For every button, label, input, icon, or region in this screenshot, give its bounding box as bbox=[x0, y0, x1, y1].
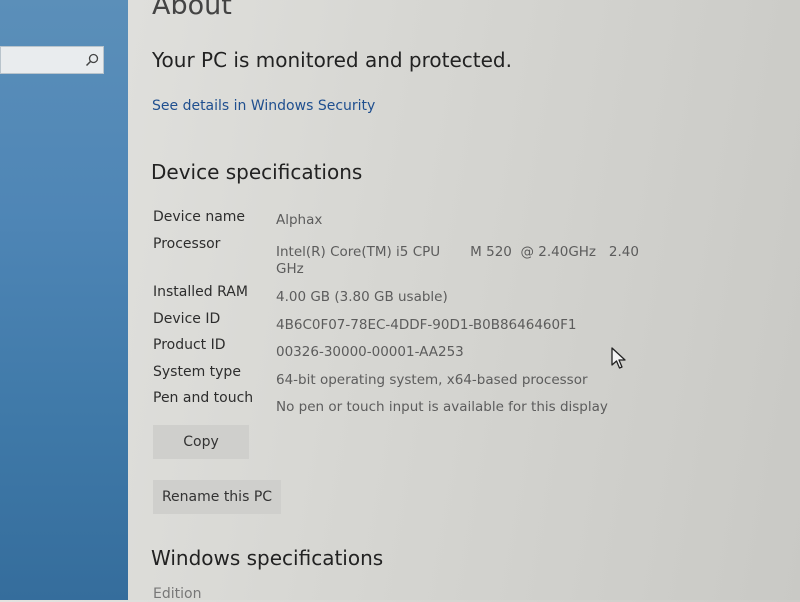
mouse-pointer-icon bbox=[611, 347, 626, 369]
spec-value-installed-ram[interactable]: 4.00 GB (3.80 GB usable) bbox=[276, 289, 448, 305]
spec-value-pen-touch[interactable]: No pen or touch input is available for t… bbox=[276, 399, 608, 415]
page-title: About bbox=[152, 0, 232, 21]
spec-value-processor[interactable]: Intel(R) Core(TM) i5 CPU M 520 @ 2.40GHz… bbox=[276, 244, 639, 260]
device-specs-heading: Device specifications bbox=[151, 160, 363, 184]
spec-value-product-id[interactable]: 00326-30000-00001-AA253 bbox=[276, 344, 464, 360]
spec-value-system-type[interactable]: 64-bit operating system, x64-based proce… bbox=[276, 372, 588, 388]
spec-label-system-type: System type bbox=[153, 364, 241, 380]
spec-label-installed-ram: Installed RAM bbox=[153, 284, 248, 300]
rename-pc-button[interactable]: Rename this PC bbox=[153, 480, 281, 514]
spec-label-device-name: Device name bbox=[153, 209, 246, 225]
spec-label-product-id: Product ID bbox=[153, 337, 226, 353]
main-content: About Your PC is monitored and protected… bbox=[0, 0, 800, 602]
spec-label-pen-touch: Pen and touch bbox=[153, 390, 254, 406]
copy-button[interactable]: Copy bbox=[153, 425, 249, 459]
windows-security-link[interactable]: See details in Windows Security bbox=[152, 98, 375, 114]
spec-label-processor: Processor bbox=[153, 236, 221, 252]
spec-label-device-id: Device ID bbox=[153, 311, 221, 327]
windows-specs-heading: Windows specifications bbox=[151, 546, 384, 570]
spec-value-device-name[interactable]: Alphax bbox=[276, 212, 322, 228]
spec-value-device-id[interactable]: 4B6C0F07-78EC-4DDF-90D1-B0B8646460F1 bbox=[276, 317, 576, 333]
protection-status: Your PC is monitored and protected. bbox=[152, 48, 512, 72]
spec-value-processor-cont[interactable]: GHz bbox=[276, 261, 304, 277]
